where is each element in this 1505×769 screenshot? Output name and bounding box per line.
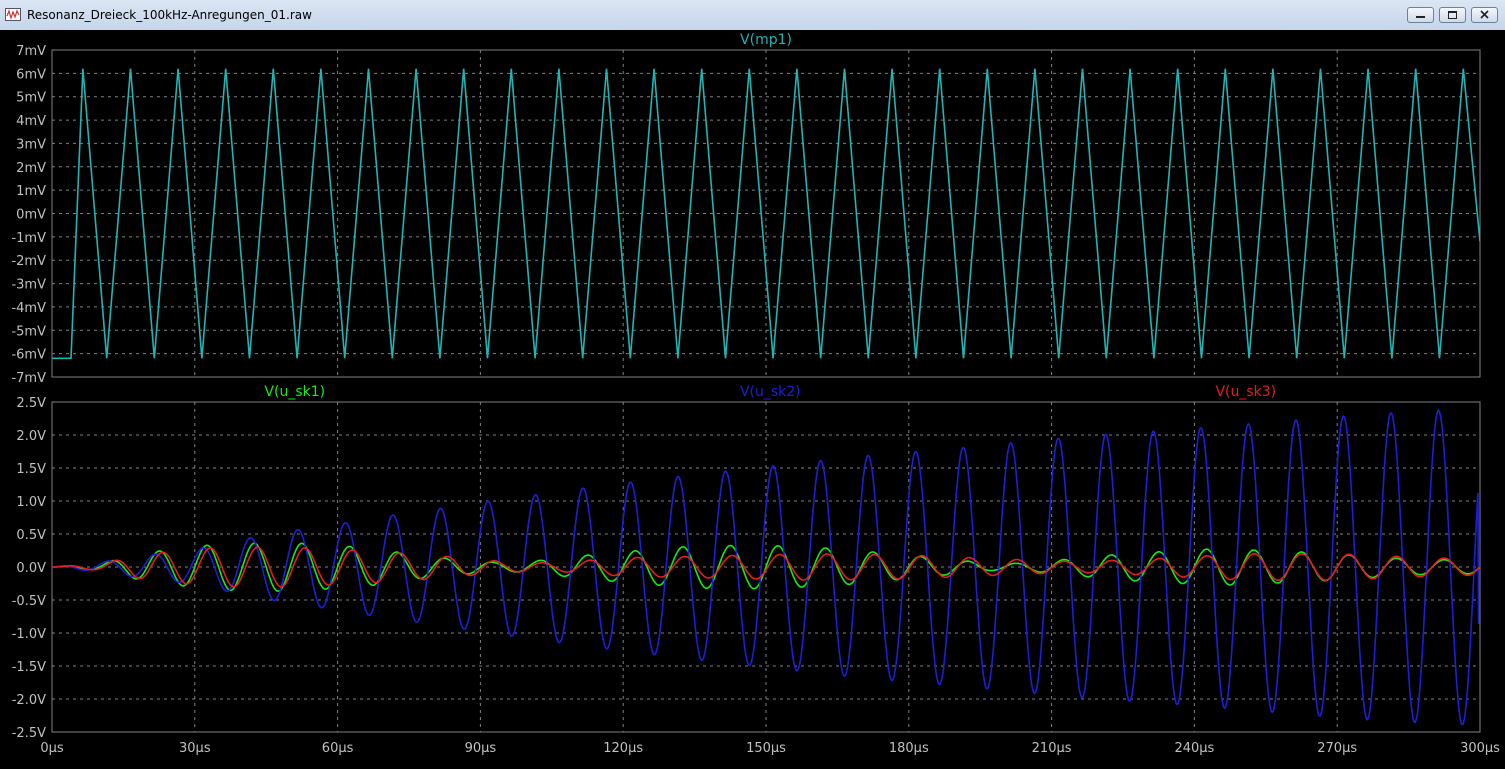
y-tick-label: 4mV <box>16 114 46 129</box>
minimize-button[interactable] <box>1407 7 1434 23</box>
x-tick-label: 270µs <box>1317 741 1357 756</box>
waveform-icon <box>5 8 21 21</box>
y-tick-label: -0.5V <box>12 594 46 609</box>
y-tick-label: -1mV <box>11 231 46 246</box>
series-label-u_sk2[interactable]: V(u_sk2) <box>740 384 801 400</box>
x-tick-label: 120µs <box>603 741 643 756</box>
minimize-icon <box>1416 16 1425 18</box>
maximize-icon <box>1448 11 1457 19</box>
x-tick-label: 210µs <box>1032 741 1072 756</box>
x-tick-label: 300µs <box>1460 741 1500 756</box>
y-tick-label: -4mV <box>11 301 46 316</box>
y-tick-label: 1.0V <box>16 495 46 510</box>
x-tick-label: 30µs <box>179 741 211 756</box>
x-tick-label: 90µs <box>465 741 497 756</box>
y-tick-label: 1mV <box>16 184 46 199</box>
y-tick-label: -2.0V <box>12 693 46 708</box>
series-label-u_sk3[interactable]: V(u_sk3) <box>1215 384 1276 400</box>
y-tick-label: 0.5V <box>16 528 46 543</box>
close-icon <box>1480 10 1489 19</box>
maximize-button[interactable] <box>1439 7 1466 23</box>
y-tick-label: 5mV <box>16 91 46 106</box>
x-tick-label: 240µs <box>1174 741 1214 756</box>
y-tick-label: -6mV <box>11 348 46 363</box>
y-tick-label: -2.5V <box>12 726 46 741</box>
y-tick-label: 2.5V <box>16 396 46 411</box>
y-tick-label: -2mV <box>11 254 46 269</box>
title-bar: Resonanz_Dreieck_100kHz-Anregungen_01.ra… <box>0 0 1505 31</box>
x-tick-label: 60µs <box>322 741 354 756</box>
y-tick-label: -7mV <box>11 371 46 386</box>
waveform-plot[interactable]: 7mV 6mV 5mV 4mV 3mV 2mV 1mV 0mV -1mV -2mV -3mV -4mV… <box>0 30 1505 769</box>
y-tick-label: -1.5V <box>12 660 46 675</box>
x-tick-label: 180µs <box>889 741 929 756</box>
y-tick-label: 0.0V <box>16 561 46 576</box>
y-tick-label: 2mV <box>16 161 46 176</box>
window-title: Resonanz_Dreieck_100kHz-Anregungen_01.ra… <box>27 8 312 22</box>
y-tick-label: 2.0V <box>16 429 46 444</box>
y-tick-label: 7mV <box>16 44 46 59</box>
y-tick-label: 3mV <box>16 137 46 152</box>
series-label-u_sk1[interactable]: V(u_sk1) <box>264 384 325 400</box>
series-label-mp1[interactable]: V(mp1) <box>740 32 792 48</box>
y-tick-label: -5mV <box>11 324 46 339</box>
y-tick-label: -3mV <box>11 278 46 293</box>
y-tick-label: 6mV <box>16 67 46 82</box>
x-tick-label: 150µs <box>746 741 786 756</box>
x-tick-label: 0µs <box>40 741 64 756</box>
y-tick-label: -1.0V <box>12 627 46 642</box>
y-tick-label: 0mV <box>16 208 46 223</box>
y-tick-label: 1.5V <box>16 462 46 477</box>
close-button[interactable] <box>1471 7 1498 23</box>
